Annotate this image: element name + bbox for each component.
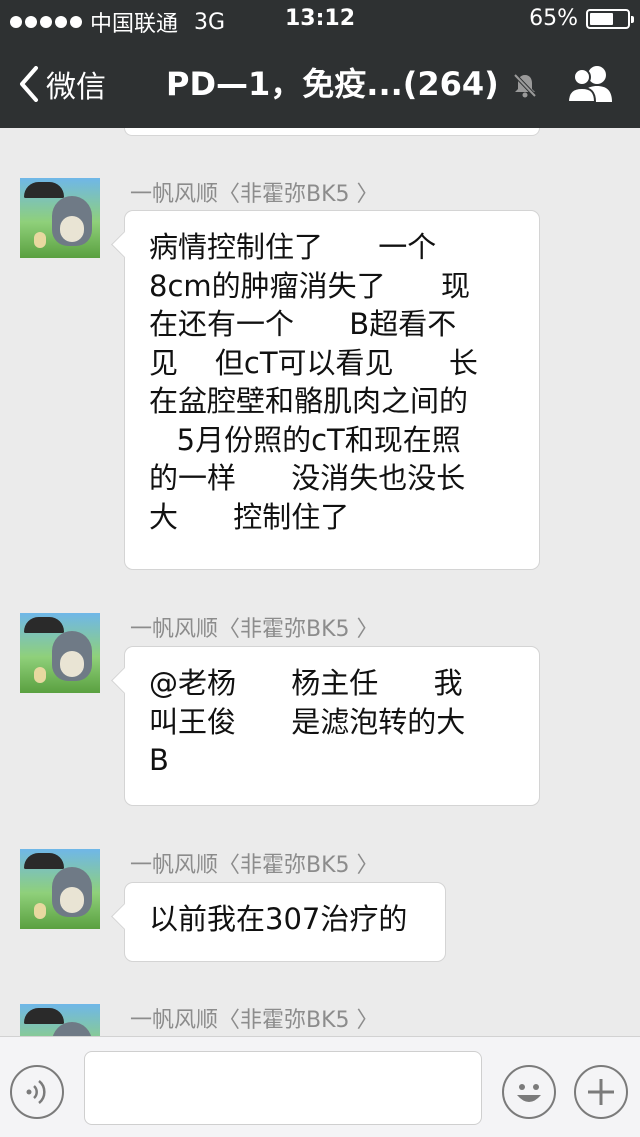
previous-message-bubble (124, 128, 540, 136)
mute-bell-icon (513, 73, 537, 98)
battery-icon (586, 8, 634, 29)
status-bar: 中国联通 3G 13:12 65% (0, 0, 640, 40)
battery-percent: 65% (529, 6, 578, 31)
battery-fill (590, 12, 614, 25)
smiley-face-icon (517, 1084, 541, 1102)
message-bubble[interactable]: @老杨 杨主任 我 叫王俊 是滤泡转的大 B (124, 646, 540, 806)
sender-name: 一帆风顺〈非霍弥BK5 〉 (130, 853, 379, 878)
navigation-bar: 微信 PD—1，免疫...(264) (0, 40, 640, 128)
group-members-icon[interactable] (566, 64, 616, 104)
voice-icon[interactable] (10, 1065, 64, 1119)
message-input[interactable] (84, 1051, 482, 1125)
sender-avatar[interactable] (20, 849, 100, 929)
sender-name: 一帆风顺〈非霍弥BK5 〉 (130, 617, 379, 642)
sender-avatar[interactable] (20, 178, 100, 258)
sender-name: 一帆风顺〈非霍弥BK5 〉 (130, 1008, 379, 1033)
message-bubble[interactable]: 病情控制住了 一个 8cm的肿瘤消失了 现 在还有一个 B超看不 见 但cT可以… (124, 210, 540, 570)
sender-avatar[interactable] (20, 1004, 100, 1036)
chat-title: PD—1，免疫...(264) (166, 65, 499, 103)
sender-name: 一帆风顺〈非霍弥BK5 〉 (130, 182, 379, 207)
back-chevron-icon (20, 66, 38, 102)
chat-area[interactable]: 一帆风顺〈非霍弥BK5 〉 病情控制住了 一个 8cm的肿瘤消失了 现 在还有一… (0, 128, 640, 1036)
plus-icon[interactable] (574, 1065, 628, 1119)
add-icon (588, 1079, 614, 1105)
voice-waves-icon (26, 1080, 46, 1104)
input-bar (0, 1036, 640, 1137)
back-label: 微信 (46, 70, 106, 105)
back-button[interactable]: 微信 (18, 62, 106, 106)
sender-avatar[interactable] (20, 613, 100, 693)
emoji-icon[interactable] (502, 1065, 556, 1119)
status-right: 65% (529, 6, 634, 31)
message-bubble[interactable]: 以前我在307治疗的 (124, 882, 446, 962)
